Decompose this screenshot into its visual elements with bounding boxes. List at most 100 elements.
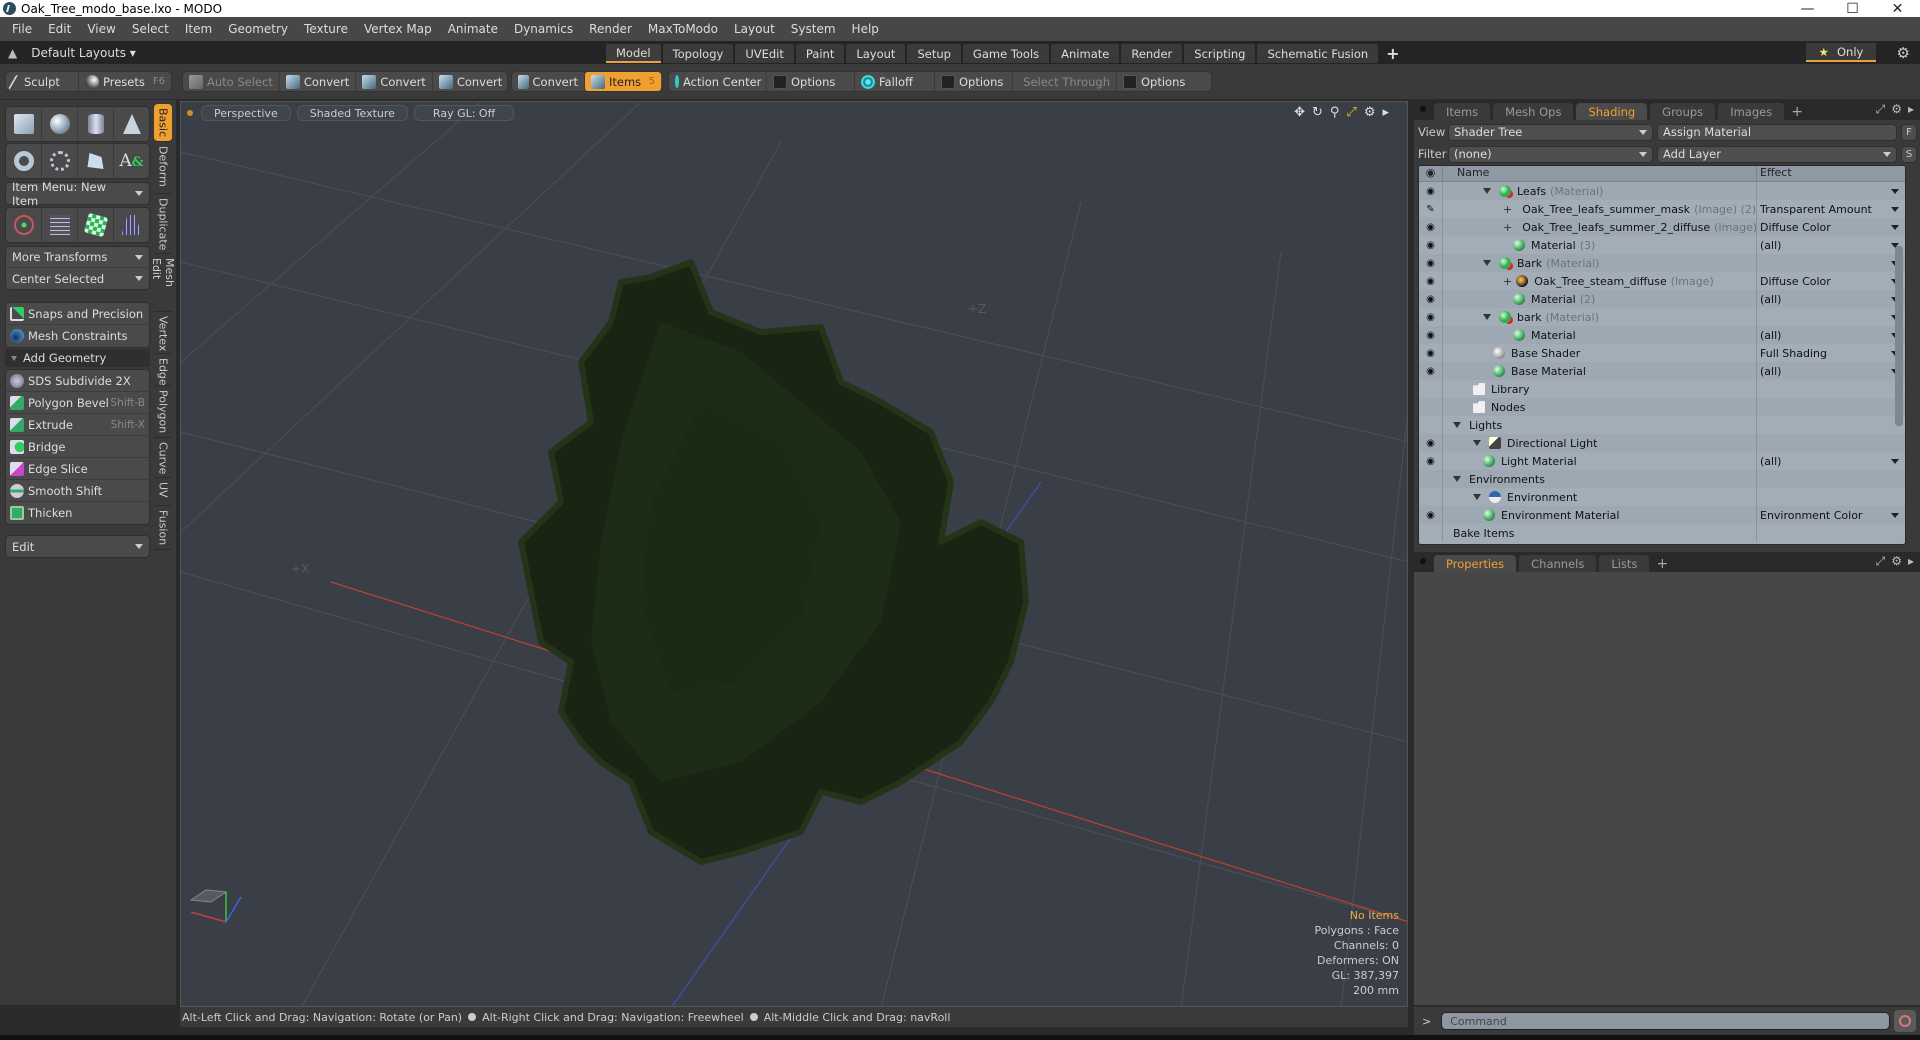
add-layout-tab-button[interactable]: +	[1380, 44, 1405, 63]
zoom-icon[interactable]: ⚲	[1330, 105, 1340, 120]
tool-polygon-bevel[interactable]: Polygon Bevel Shift-B	[6, 392, 149, 414]
maximize-button[interactable]: ☐	[1830, 1, 1875, 17]
raygl-button[interactable]: Ray GL: Off	[413, 105, 515, 121]
layout-tab-setup[interactable]: Setup	[907, 44, 961, 63]
vtab-fusion[interactable]: Fusion	[154, 506, 172, 550]
add-layer-dropdown[interactable]: Add Layer	[1657, 145, 1897, 163]
convert-vertices-button[interactable]: Convert	[280, 72, 357, 91]
expand-plus-icon[interactable]: +	[1503, 221, 1512, 234]
expand-triangle-icon[interactable]	[1483, 188, 1491, 194]
tree-effect-cell[interactable]: (all)	[1757, 326, 1905, 344]
view-dropdown[interactable]: Shader Tree	[1448, 123, 1653, 141]
add-geometry-section[interactable]: Add Geometry	[5, 349, 150, 367]
paint-brush-icon[interactable]: ✎	[1419, 200, 1443, 218]
select-through-options-button[interactable]: Options	[1117, 72, 1191, 91]
panel-menu-dot[interactable]	[1420, 106, 1426, 112]
tool-smooth-shift[interactable]: Smooth Shift	[6, 480, 149, 502]
expand-triangle-icon[interactable]	[1453, 422, 1461, 428]
shader-tree-row[interactable]: ◉ bark (Material)	[1419, 308, 1905, 326]
expand-panel-icon[interactable]: ⤢	[1876, 102, 1886, 117]
expand-triangle-icon[interactable]	[1453, 476, 1461, 482]
shader-tree-scrollbar[interactable]	[1895, 246, 1903, 426]
spiral-tool[interactable]	[42, 144, 78, 178]
tool-bridge[interactable]: Bridge	[6, 436, 149, 458]
visibility-eye-icon[interactable]: ◉	[1419, 326, 1443, 344]
tree-effect-cell[interactable]	[1757, 182, 1905, 200]
viewport-status-dot[interactable]	[187, 110, 193, 116]
convert-edges-button[interactable]: Convert	[356, 72, 433, 91]
text-tool[interactable]: A&	[114, 144, 149, 178]
visibility-eye-icon[interactable]: ◉	[1419, 218, 1443, 236]
layout-tab-animate[interactable]: Animate	[1051, 44, 1120, 63]
falloff-options-button[interactable]: Options	[935, 72, 1013, 91]
expand-triangle-icon[interactable]	[1483, 260, 1491, 266]
visibility-eye-icon[interactable]: ◉	[1419, 434, 1443, 452]
visibility-eye-icon[interactable]: ◉	[1419, 344, 1443, 362]
view-type-button[interactable]: Perspective	[201, 105, 291, 121]
shader-tree-row[interactable]: ◉ + Oak_Tree_steam_diffuse (Image) Diffuse C…	[1419, 272, 1905, 290]
visibility-eye-icon[interactable]: ◉	[1419, 290, 1443, 308]
convert-polygons-button[interactable]: Convert	[433, 72, 508, 91]
vtab-polygon[interactable]: Polygon	[154, 386, 172, 438]
mesh-constraints-button[interactable]: Mesh Constraints	[6, 325, 149, 347]
tab-shading[interactable]: Shading	[1576, 103, 1648, 120]
menu-help[interactable]: Help	[844, 22, 887, 36]
menu-item[interactable]: Item	[177, 22, 220, 36]
tab-items[interactable]: Items	[1434, 103, 1491, 120]
shader-tree-row[interactable]: Library	[1419, 380, 1905, 398]
tool-sds-subdivide-2x[interactable]: SDS Subdivide 2X	[6, 370, 149, 392]
panel-gear-icon[interactable]: ⚙	[1891, 102, 1902, 117]
vtab-curve[interactable]: Curve	[154, 438, 172, 478]
vtab-edge[interactable]: Edge	[154, 354, 172, 386]
tree-effect-cell[interactable]: Environment Color	[1757, 506, 1905, 524]
visibility-eye-icon[interactable]: ◉	[1419, 236, 1443, 254]
snaps-precision-button[interactable]: Snaps and Precision	[6, 303, 149, 325]
action-center-button[interactable]: Action Center	[669, 72, 767, 91]
close-button[interactable]: ✕	[1875, 1, 1920, 17]
pen-tool[interactable]	[78, 144, 114, 178]
tree-effect-cell[interactable]: (all)	[1757, 290, 1905, 308]
filter-dropdown[interactable]: (none)	[1448, 145, 1653, 163]
lattice-tool[interactable]	[42, 208, 78, 242]
add-tab-button[interactable]: +	[1652, 555, 1672, 572]
cylinder-tool[interactable]	[78, 107, 114, 141]
tab-groups[interactable]: Groups	[1650, 103, 1716, 120]
tree-effect-cell[interactable]	[1757, 308, 1905, 326]
more-transforms-dropdown[interactable]: More Transforms	[6, 247, 149, 268]
expand-triangle-icon[interactable]	[1483, 314, 1491, 320]
tool-thicken[interactable]: Thicken	[6, 502, 149, 524]
torus-tool[interactable]	[6, 144, 42, 178]
select-through-button[interactable]: Select Through	[1013, 72, 1117, 91]
visibility-eye-icon[interactable]: ◉	[1419, 452, 1443, 470]
pan-icon[interactable]: ✥	[1294, 105, 1305, 120]
cone-tool[interactable]	[114, 107, 149, 141]
falloff-button[interactable]: Falloff	[855, 72, 935, 91]
convert-items-button[interactable]: Convert	[512, 72, 585, 91]
tree-effect-cell[interactable]: Transparent Amount	[1757, 200, 1905, 218]
layout-tab-scripting[interactable]: Scripting	[1184, 44, 1256, 63]
shader-tree-row[interactable]: ◉ Directional Light	[1419, 434, 1905, 452]
presets-button[interactable]: Presets F6	[79, 72, 171, 91]
layout-tab-topology[interactable]: Topology	[662, 44, 734, 63]
expand-triangle-icon[interactable]	[1473, 440, 1481, 446]
tab-images[interactable]: Images	[1718, 103, 1785, 120]
name-column-header[interactable]: Name	[1443, 166, 1757, 181]
layout-tab-schematic-fusion[interactable]: Schematic Fusion	[1257, 44, 1379, 63]
viewport-settings-gear-icon[interactable]: ⚙	[1364, 105, 1376, 120]
menu-render[interactable]: Render	[581, 22, 640, 36]
chevron-down-icon[interactable]	[1891, 224, 1899, 230]
viewport-more-icon[interactable]: ▸	[1382, 105, 1389, 120]
transform-tool[interactable]	[6, 208, 42, 242]
layout-tab-layout[interactable]: Layout	[846, 44, 906, 63]
items-mode-button[interactable]: Items 5	[585, 72, 661, 91]
add-tab-button[interactable]: +	[1787, 103, 1807, 120]
vtab-mesh-edit[interactable]: Mesh Edit	[150, 254, 176, 312]
layout-tab-model[interactable]: Model	[606, 44, 661, 63]
menu-view[interactable]: View	[79, 22, 123, 36]
vtab-vertex[interactable]: Vertex	[154, 312, 172, 354]
shader-tree-row[interactable]: ◉ Light Material (all)	[1419, 452, 1905, 470]
taper-tool[interactable]	[114, 208, 149, 242]
assign-material-button[interactable]: Assign Material	[1657, 123, 1897, 141]
minimize-button[interactable]: —	[1785, 1, 1830, 17]
menu-system[interactable]: System	[783, 22, 844, 36]
